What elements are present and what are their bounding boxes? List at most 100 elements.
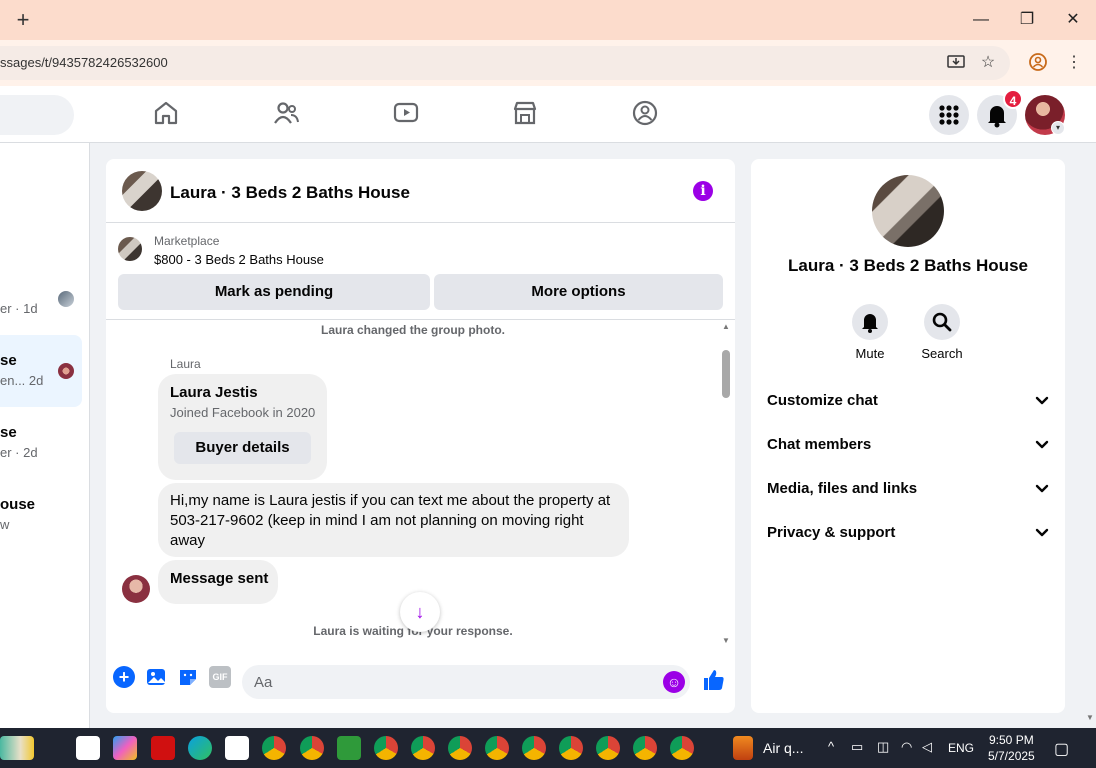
close-window-button[interactable]: ✕ xyxy=(1061,8,1085,32)
friends-icon[interactable] xyxy=(271,98,301,128)
sender-avatar[interactable] xyxy=(122,575,150,603)
conversation-meta: w xyxy=(0,517,10,532)
conversation-item[interactable]: ouse w xyxy=(0,479,82,551)
chrome-icon[interactable] xyxy=(596,736,620,760)
conversation-thumb xyxy=(58,291,74,307)
chrome-icon[interactable] xyxy=(448,736,472,760)
clock[interactable]: 9:50 PM 5/7/2025 xyxy=(988,732,1035,764)
scroll-down-arrow-icon[interactable]: ▼ xyxy=(720,636,732,645)
group-photo-large[interactable] xyxy=(872,175,944,247)
browser-menu-icon[interactable]: ⋮ xyxy=(1064,53,1084,73)
edge-icon[interactable] xyxy=(188,736,212,760)
tray-expand-icon[interactable]: ^ xyxy=(828,739,834,754)
url-text[interactable]: ssages/t/9435782426532600 xyxy=(0,55,168,70)
wifi-icon[interactable]: ◠ xyxy=(901,739,912,755)
address-bar-row: ssages/t/9435782426532600 ☆ ⋮ xyxy=(0,40,1096,86)
thread-scrollbar[interactable]: ▲ ▼ xyxy=(720,320,732,654)
air-quality-icon[interactable] xyxy=(733,736,753,760)
info-icon[interactable]: i xyxy=(693,181,713,201)
video-app-icon[interactable] xyxy=(151,736,175,760)
media-files-links-row[interactable]: Media, files and links xyxy=(767,469,1049,509)
chat-members-row[interactable]: Chat members xyxy=(767,425,1049,465)
conversation-title: se xyxy=(0,424,17,441)
buyer-name: Laura Jestis xyxy=(170,384,258,401)
plus-icon[interactable]: + xyxy=(113,666,135,688)
buyer-details-button[interactable]: Buyer details xyxy=(174,432,311,464)
taskbar-widget-icon[interactable] xyxy=(0,736,34,760)
privacy-support-row[interactable]: Privacy & support xyxy=(767,513,1049,553)
meet-icon[interactable]: ◫ xyxy=(877,739,889,755)
buyer-card-bubble: Laura Jestis Joined Facebook in 2020 Buy… xyxy=(158,374,327,480)
marketplace-icon[interactable] xyxy=(510,98,540,128)
account-chevron-icon[interactable]: ▾ xyxy=(1051,121,1065,135)
emoji-icon[interactable]: ☺ xyxy=(663,671,685,693)
language-indicator[interactable]: ENG xyxy=(948,741,974,755)
capcut-icon[interactable] xyxy=(76,736,100,760)
menu-grid-button[interactable] xyxy=(929,95,969,135)
gif-icon[interactable]: GIF xyxy=(209,666,231,688)
sticker-icon[interactable] xyxy=(177,666,199,688)
chrome-icon[interactable] xyxy=(485,736,509,760)
conversation-title: ouse xyxy=(0,496,36,513)
conversation-item-active[interactable]: se en... 2d xyxy=(0,335,82,407)
home-icon[interactable] xyxy=(151,98,181,128)
info-title: Laura · 3 Beds 2 Baths House xyxy=(788,256,1028,275)
scrollbar-thumb[interactable] xyxy=(722,350,730,398)
chrome-icon[interactable] xyxy=(411,736,435,760)
chat-header: Laura · 3 Beds 2 Baths House i xyxy=(106,159,735,223)
chrome-icon[interactable] xyxy=(262,736,286,760)
listing-title[interactable]: $800 - 3 Beds 2 Baths House xyxy=(154,252,324,267)
page-scroll-down-icon[interactable]: ▼ xyxy=(1084,713,1096,722)
chrome-icon[interactable] xyxy=(670,736,694,760)
search-label: Search xyxy=(921,346,963,361)
message-input[interactable] xyxy=(242,665,690,699)
group-photo[interactable] xyxy=(122,171,162,211)
conversation-list: er · 1d se en... 2d se er · 2d ouse w xyxy=(0,143,90,728)
chrome-icon[interactable] xyxy=(522,736,546,760)
facebook-search-box[interactable] xyxy=(0,95,74,135)
bookmark-star-icon[interactable]: ☆ xyxy=(978,53,998,73)
more-options-button[interactable]: More options xyxy=(434,274,723,310)
weather-text[interactable]: Air q... xyxy=(763,740,803,756)
notification-count-badge: 4 xyxy=(1003,89,1023,109)
copilot-icon[interactable] xyxy=(113,736,137,760)
chrome-icon[interactable] xyxy=(300,736,324,760)
capcut-icon[interactable] xyxy=(225,736,249,760)
row-label: Customize chat xyxy=(767,392,878,409)
groups-icon[interactable] xyxy=(630,98,660,128)
scroll-to-bottom-icon[interactable]: ↓ xyxy=(400,592,440,632)
buyer-joined: Joined Facebook in 2020 xyxy=(170,405,316,420)
mute-button[interactable]: Mute xyxy=(840,304,900,361)
thumbs-up-icon[interactable] xyxy=(700,668,728,696)
message-text: Hi,my name is Laura jestis if you can te… xyxy=(170,492,611,549)
row-label: Media, files and links xyxy=(767,480,918,497)
chevron-down-icon xyxy=(1035,513,1049,569)
chrome-icon[interactable] xyxy=(559,736,583,760)
video-icon[interactable] xyxy=(391,98,421,128)
photo-icon[interactable] xyxy=(145,666,167,688)
new-tab-button[interactable]: + xyxy=(12,9,34,31)
listing-thumbnail[interactable] xyxy=(118,237,142,261)
search-icon xyxy=(924,304,960,340)
chrome-icon[interactable] xyxy=(633,736,657,760)
scroll-up-arrow-icon[interactable]: ▲ xyxy=(720,322,732,331)
battery-icon[interactable]: ▭ xyxy=(851,739,863,755)
install-app-icon[interactable] xyxy=(946,53,966,73)
conversation-item[interactable]: se er · 2d xyxy=(0,407,82,479)
search-button[interactable]: Search xyxy=(912,304,972,361)
restore-button[interactable]: ❐ xyxy=(1015,8,1039,32)
conversation-thumb xyxy=(58,363,74,379)
volume-icon[interactable]: ◁ xyxy=(922,739,932,755)
profile-icon[interactable] xyxy=(1028,53,1048,73)
notification-center-icon[interactable]: ▢ xyxy=(1054,739,1069,759)
message-bubble: Hi,my name is Laura jestis if you can te… xyxy=(158,483,629,557)
mark-as-pending-button[interactable]: Mark as pending xyxy=(118,274,430,310)
chat-title[interactable]: Laura · 3 Beds 2 Baths House xyxy=(170,183,410,203)
customize-chat-row[interactable]: Customize chat xyxy=(767,381,1049,421)
chrome-icon[interactable] xyxy=(374,736,398,760)
page-scrollbar[interactable]: ▼ xyxy=(1084,143,1096,728)
browser-tab-bar: + — ❐ ✕ xyxy=(0,0,1096,40)
message-thread[interactable]: Laura changed the group photo. Laura Lau… xyxy=(106,319,735,653)
app-icon[interactable] xyxy=(337,736,361,760)
minimize-button[interactable]: — xyxy=(969,8,993,32)
